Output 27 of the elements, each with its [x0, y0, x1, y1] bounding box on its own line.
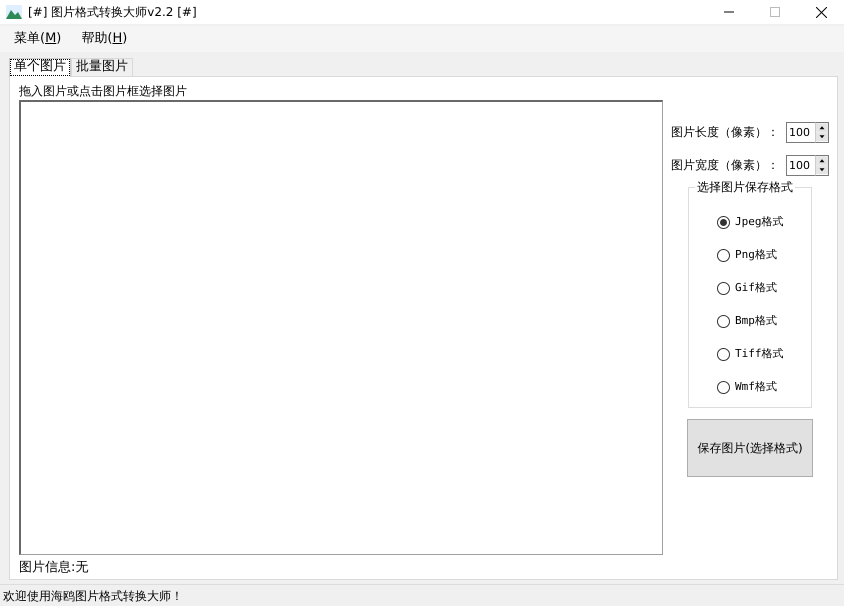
spin-down-button[interactable] [816, 165, 828, 174]
spin-up-button[interactable] [816, 122, 828, 132]
format-radio[interactable]: Gif格式 [689, 272, 811, 305]
format-radio[interactable]: Tiff格式 [689, 338, 811, 371]
close-icon [816, 6, 826, 18]
spin-down-button[interactable] [816, 132, 828, 142]
status-text: 欢迎使用海鸥图片格式转换大师！ [3, 588, 183, 604]
tab[interactable]: 单个图片 [9, 58, 71, 77]
format-radio[interactable]: Png格式 [689, 239, 811, 272]
number-field[interactable]: 100 [786, 122, 815, 142]
window-title: [#] 图片格式转换大师v2.2 [#] [28, 4, 197, 21]
group-title: 选择图片保存格式 [695, 179, 795, 195]
spin-up-button[interactable] [816, 156, 828, 165]
image-info: 图片信息:无 [19, 559, 90, 577]
save-button[interactable]: 保存图片(选择格式) [687, 419, 813, 477]
drop-hint: 拖入图片或点击图片框选择图片 [19, 83, 188, 99]
field-label: 图片长度（像素）： [671, 124, 780, 141]
menu-item[interactable]: 菜单(M) [6, 27, 70, 51]
field-label: 图片宽度（像素）： [671, 157, 780, 174]
app-icon [6, 5, 22, 19]
number-field[interactable]: 100 [786, 154, 815, 176]
menu-item[interactable]: 帮助(H) [73, 27, 136, 51]
format-radio[interactable]: Wmf格式 [689, 371, 811, 404]
maximize-icon [770, 7, 780, 17]
format-radio[interactable]: Jpeg格式 [689, 206, 811, 239]
tab[interactable]: 批量图片 [71, 58, 133, 76]
format-radio[interactable]: Bmp格式 [689, 305, 811, 338]
